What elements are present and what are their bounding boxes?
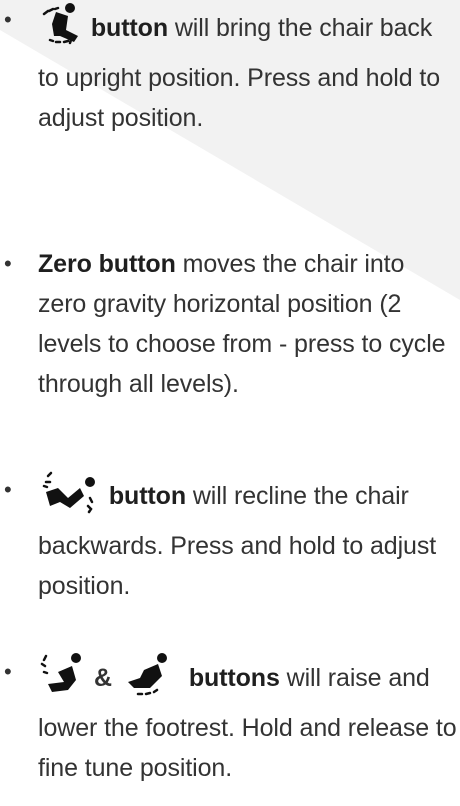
bullet: • [4,477,12,502]
item-label-bold: Zero button [38,250,176,278]
footrest-lower-icon [120,652,172,708]
footrest-raise-icon [38,652,86,708]
bullet: • [4,251,12,276]
item-text: button will recline the chair backwards.… [38,470,458,606]
item-label-bold: buttons [188,664,280,692]
ampersand: & [94,664,112,692]
list-item-recline: • button will recline the chair backward… [0,470,460,606]
list-item-footrest: • & buttons will raise and lower the foo… [0,652,460,788]
item-label-bold: button [108,482,186,510]
list-item-zero-gravity: • Zero button moves the chair into zero … [0,244,460,404]
item-text: Zero button moves the chair into zero gr… [38,244,458,404]
item-text: button will bring the chair back to upri… [38,0,458,138]
list-item-upright: • button will bring the chair back to up… [0,0,460,138]
bullet: • [4,659,12,684]
item-label-bold: button [90,14,168,42]
recline-seat-icon [38,470,102,526]
upright-seat-icon [38,2,84,58]
item-text: & buttons will raise and lower the footr… [38,652,458,788]
bullet: • [4,7,12,32]
